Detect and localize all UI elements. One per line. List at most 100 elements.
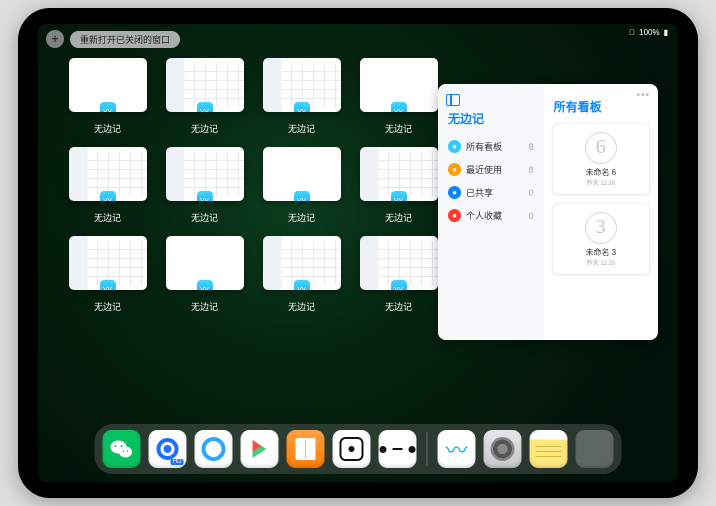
- board-title: 未命名 6: [585, 167, 616, 178]
- reopen-label: 重新打开已关闭的窗口: [80, 35, 170, 45]
- thumbnail-preview: 〰: [263, 58, 341, 112]
- window-thumbnail[interactable]: 〰无边记: [68, 58, 147, 135]
- thumbnail-label: 无边记: [191, 300, 218, 313]
- freeform-app-badge-icon: 〰: [294, 102, 310, 112]
- window-thumbnail[interactable]: 〰无边记: [165, 147, 244, 224]
- dock-app-dice[interactable]: [333, 430, 371, 468]
- sidebar-item-icon: ●: [448, 163, 461, 176]
- sidebar-item[interactable]: ● 最近使用 8: [446, 158, 536, 181]
- window-thumbnail[interactable]: 〰无边记: [359, 236, 438, 313]
- thumbnail-label: 无边记: [385, 300, 412, 313]
- window-thumbnail[interactable]: 〰无边记: [359, 58, 438, 135]
- sidebar-item-icon: ●: [448, 186, 461, 199]
- freeform-app-badge-icon: 〰: [100, 102, 116, 112]
- board-sketch-icon: 3: [585, 212, 617, 244]
- board-card[interactable]: 3未命名 3昨天 11:25: [552, 203, 650, 275]
- thumbnail-preview: 〰: [69, 236, 147, 290]
- wechat-icon: [110, 438, 134, 460]
- top-bar: + 重新打开已关闭的窗口: [46, 30, 180, 48]
- thumbnail-preview: 〰: [360, 236, 438, 290]
- sidebar-item-icon: ●: [448, 140, 461, 153]
- sidebar-item[interactable]: ● 个人收藏 0: [446, 204, 536, 227]
- sidebar-toggle-icon[interactable]: [446, 94, 460, 106]
- thumbnail-preview: 〰: [166, 58, 244, 112]
- freeform-app-badge-icon: 〰: [197, 102, 213, 112]
- sidebar-item[interactable]: ●已共享0: [446, 181, 536, 204]
- freeform-app-badge-icon: 〰: [294, 191, 310, 201]
- dock-app-books[interactable]: [287, 430, 325, 468]
- thumbnail-preview: 〰: [360, 58, 438, 112]
- freeform-icon: 〰: [445, 433, 467, 465]
- dock-app-freeform[interactable]: 〰: [438, 430, 476, 468]
- dock-app-wechat[interactable]: [103, 430, 141, 468]
- battery-percent: 100%: [639, 28, 659, 37]
- board-subtitle: 昨天 11:25: [587, 258, 615, 267]
- dock-app-folder[interactable]: [576, 430, 614, 468]
- freeform-app-badge-icon: 〰: [100, 280, 116, 290]
- connect-icon: [380, 446, 416, 453]
- thumbnail-preview: 〰: [69, 58, 147, 112]
- dock-app-connect[interactable]: [379, 430, 417, 468]
- freeform-app-badge-icon: 〰: [197, 191, 213, 201]
- status-bar: 􀙇 100% ▮: [629, 28, 668, 37]
- hd-badge: HD: [171, 459, 184, 465]
- thumbnail-preview: 〰: [69, 147, 147, 201]
- reopen-closed-window-button[interactable]: 重新打开已关闭的窗口: [70, 31, 180, 48]
- panel-left-title: 无边记: [448, 110, 536, 127]
- sidebar-item[interactable]: ●所有看板8: [446, 135, 536, 158]
- dock-app-qqbrowser[interactable]: [195, 430, 233, 468]
- freeform-app-badge-icon: 〰: [294, 280, 310, 290]
- sidebar-item-count: 0: [529, 211, 534, 221]
- sidebar-menu: ●所有看板8●最近使用8●已共享0●个人收藏0: [446, 135, 536, 227]
- window-thumbnail[interactable]: 〰无边记: [68, 147, 147, 224]
- thumbnail-label: 无边记: [94, 300, 121, 313]
- dock-app-notes[interactable]: [530, 430, 568, 468]
- board-subtitle: 昨天 11:28: [587, 178, 615, 187]
- board-sketch-icon: 6: [585, 132, 617, 164]
- window-thumbnail[interactable]: 〰无边记: [262, 236, 341, 313]
- sidebar-item-label: 个人收藏: [466, 209, 502, 222]
- ipad-frame: 􀙇 100% ▮ + 重新打开已关闭的窗口 〰无边记〰无边记〰无边记〰无边记〰无…: [18, 8, 698, 498]
- thumbnail-label: 无边记: [288, 300, 315, 313]
- new-window-button[interactable]: +: [46, 30, 64, 48]
- freeform-app-badge-icon: 〰: [100, 191, 116, 201]
- thumbnail-preview: 〰: [263, 236, 341, 290]
- thumbnail-preview: 〰: [360, 147, 438, 201]
- freeform-app-badge-icon: 〰: [391, 191, 407, 201]
- window-thumbnail[interactable]: 〰无边记: [68, 236, 147, 313]
- dock-app-video[interactable]: [241, 430, 279, 468]
- sidebar-item-count: 8: [529, 165, 534, 175]
- thumbnail-label: 无边记: [191, 122, 218, 135]
- window-thumbnail[interactable]: 〰无边记: [359, 147, 438, 224]
- sidebar-item-count: 0: [529, 188, 534, 198]
- sidebar-item-icon: ●: [448, 209, 461, 222]
- qqbrowser-icon: [202, 437, 226, 461]
- sidebar-item-label: 所有看板: [466, 140, 502, 153]
- thumbnail-label: 无边记: [288, 211, 315, 224]
- window-thumbnail[interactable]: 〰无边记: [262, 58, 341, 135]
- panel-content: ••• 所有看板 6未命名 6昨天 11:283未命名 3昨天 11:25: [544, 84, 658, 340]
- sidebar-item-label: 最近使用: [466, 163, 502, 176]
- more-icon[interactable]: •••: [636, 90, 650, 101]
- window-thumbnail[interactable]: 〰无边记: [262, 147, 341, 224]
- plus-icon: +: [51, 32, 58, 46]
- board-card[interactable]: 6 未命名 6昨天 11:28: [552, 123, 650, 195]
- window-thumbnail[interactable]: 〰无边记: [165, 236, 244, 313]
- screen: 􀙇 100% ▮ + 重新打开已关闭的窗口 〰无边记〰无边记〰无边记〰无边记〰无…: [38, 24, 678, 482]
- freeform-app-badge-icon: 〰: [197, 280, 213, 290]
- dock-separator: [427, 432, 428, 466]
- window-thumbnail[interactable]: 〰无边记: [165, 58, 244, 135]
- gear-icon: [491, 437, 515, 461]
- dock-app-settings[interactable]: [484, 430, 522, 468]
- thumbnail-preview: 〰: [263, 147, 341, 201]
- app-switcher-grid: 〰无边记〰无边记〰无边记〰无边记〰无边记〰无边记〰无边记〰无边记〰无边记〰无边记…: [68, 58, 438, 313]
- freeform-app-badge-icon: 〰: [391, 280, 407, 290]
- qq-icon: [157, 438, 179, 460]
- thumbnail-preview: 〰: [166, 147, 244, 201]
- thumbnail-preview: 〰: [166, 236, 244, 290]
- wifi-icon: 􀙇: [629, 28, 635, 37]
- thumbnail-label: 无边记: [385, 122, 412, 135]
- freeform-panel: 无边记 ●所有看板8●最近使用8●已共享0●个人收藏0 ••• 所有看板 6未命…: [438, 84, 658, 340]
- dock-app-qq[interactable]: HD: [149, 430, 187, 468]
- thumbnail-label: 无边记: [385, 211, 412, 224]
